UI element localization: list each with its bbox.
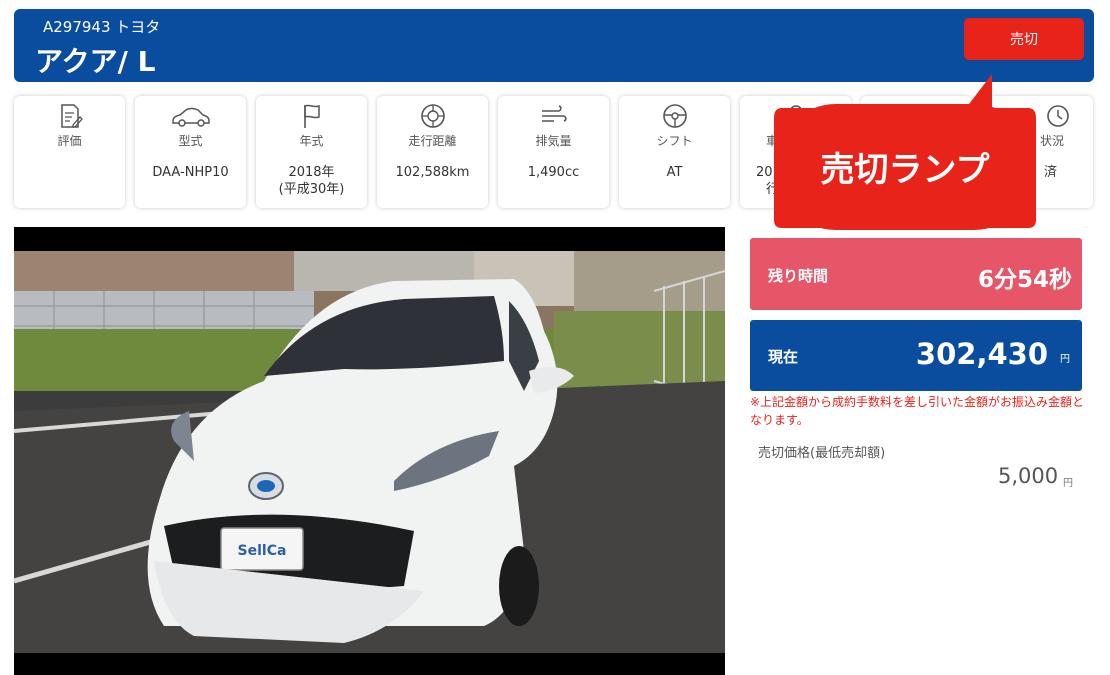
spec-value: 済 <box>1044 165 1058 180</box>
spec-label: 走行距離 <box>408 134 457 148</box>
minimum-price-value: 5,000 <box>998 464 1059 488</box>
tire-icon <box>377 103 488 129</box>
plate-text: SellCa <box>238 543 287 559</box>
current-price-value: 302,430 <box>915 337 1048 371</box>
spec-label: 評価 <box>57 134 82 148</box>
car-icon <box>135 103 246 129</box>
flag-icon <box>256 103 367 129</box>
callout-text: 売切ランプ <box>820 150 990 190</box>
clipboard-pen-icon <box>14 103 125 129</box>
sold-out-button[interactable]: 売切 <box>964 18 1084 60</box>
spec-value: 2018年 <box>288 165 335 180</box>
spec-card-displacement: 排気量 1,490cc <box>498 96 609 208</box>
spec-value: 1,490cc <box>527 165 580 180</box>
spec-value: 102,588km <box>395 165 470 180</box>
spec-label: シフト <box>656 134 693 148</box>
time-remaining-label: 残り時間 <box>768 267 829 285</box>
spec-label: 年式 <box>299 134 324 148</box>
spec-card-model: 型式 DAA-NHP10 <box>135 96 246 208</box>
spec-card-rating: 評価 <box>14 96 125 208</box>
spec-card-year: 年式 2018年 (平成30年) <box>256 96 367 208</box>
steering-wheel-icon <box>619 103 730 129</box>
payment-note: ※上記金額から成約手数料を差し引いた金額がお振込み金額となります。 <box>750 395 1085 427</box>
vehicle-title: アクア/ L <box>35 45 156 78</box>
time-remaining-value: 6分54秒 <box>977 267 1072 293</box>
current-price-unit: 円 <box>1060 354 1070 365</box>
spec-card-mileage: 走行距離 102,588km <box>377 96 488 208</box>
spec-value: AT <box>666 165 683 180</box>
time-remaining-panel: 残り時間 6分54秒 <box>750 238 1082 310</box>
spec-value-secondary: (平成30年) <box>278 182 345 197</box>
spec-card-shift: シフト AT <box>619 96 730 208</box>
spec-label: 排気量 <box>535 134 572 148</box>
sold-lamp-callout: 売切ランプ <box>770 72 1040 230</box>
current-price-label: 現在 <box>768 348 799 366</box>
spec-value: DAA-NHP10 <box>152 165 229 180</box>
photo-scene: SellCa <box>14 251 725 653</box>
vehicle-photo[interactable]: SellCa <box>14 227 725 675</box>
spec-label: 型式 <box>178 134 203 148</box>
current-price-panel: 現在 302,430 円 <box>750 320 1082 391</box>
spec-label: 状況 <box>1040 134 1065 148</box>
minimum-price-unit: 円 <box>1063 478 1073 489</box>
vehicle-id-maker: A297943 トヨタ <box>43 18 161 36</box>
minimum-price-label: 売切価格(最低売却額) <box>758 446 886 461</box>
wind-icon <box>498 103 609 129</box>
